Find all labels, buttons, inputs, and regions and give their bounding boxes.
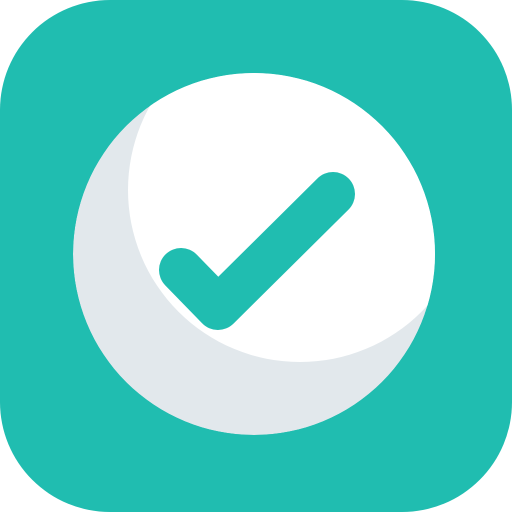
- app-icon: [0, 0, 512, 512]
- app-icon-graphic: [0, 0, 512, 512]
- checkmark-shadow: [159, 248, 262, 330]
